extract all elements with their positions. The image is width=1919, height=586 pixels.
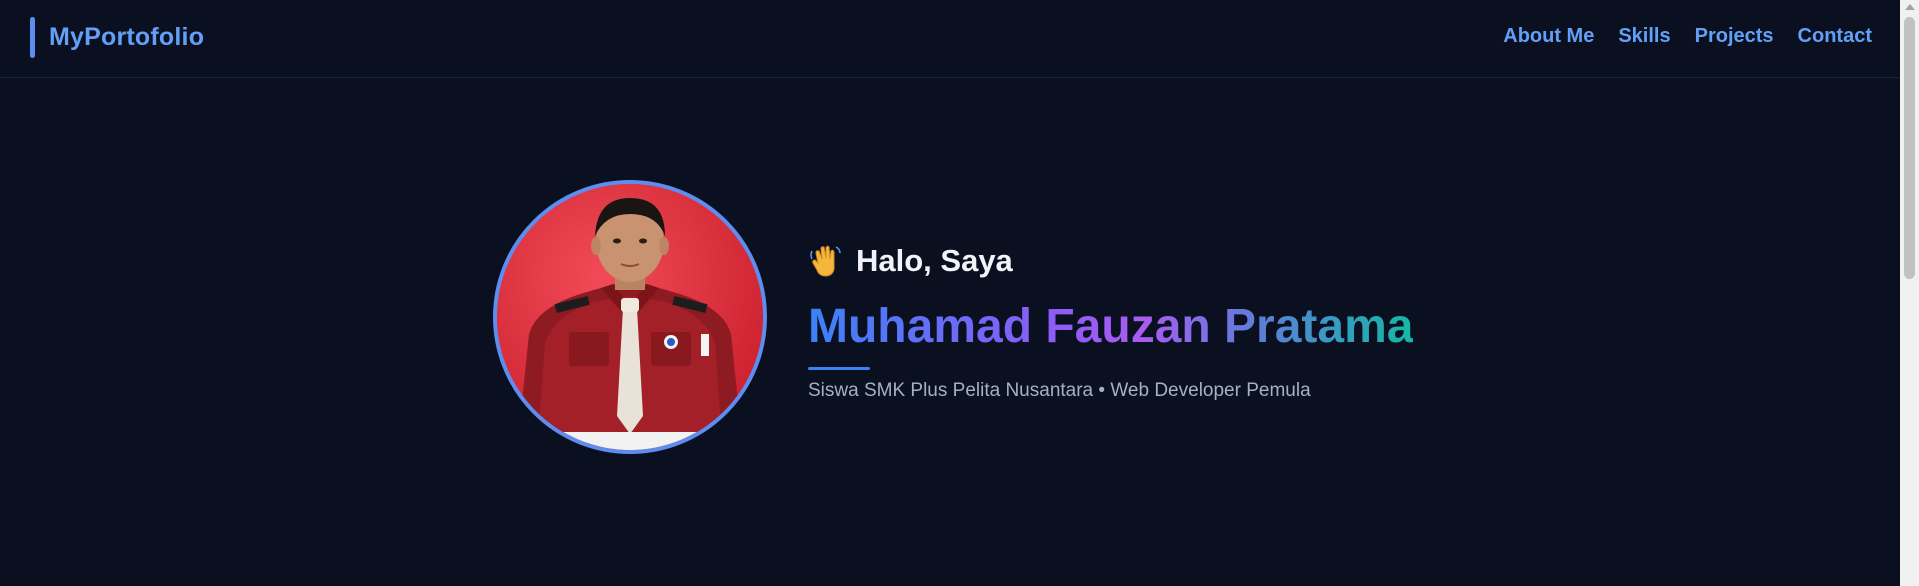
navbar: MyPortofolio About Me Skills Projects Co… (0, 0, 1900, 78)
nav-link-about-me[interactable]: About Me (1503, 25, 1594, 48)
hero-text: Halo, Saya Muhamad Fauzan Pratama Siswa … (808, 243, 1413, 402)
name-underline (808, 367, 870, 370)
profile-photo-illustration (497, 184, 763, 450)
hero-name: Muhamad Fauzan Pratama (808, 300, 1414, 353)
nav-links: About Me Skills Projects Contact (1503, 25, 1872, 48)
greeting: Halo, Saya (808, 243, 1413, 279)
scroll-up-arrow-icon[interactable] (1905, 4, 1915, 10)
nav-link-projects[interactable]: Projects (1695, 25, 1774, 48)
hero-section: Halo, Saya Muhamad Fauzan Pratama Siswa … (0, 78, 1900, 586)
brand-accent-bar (30, 17, 35, 58)
vertical-scrollbar[interactable] (1900, 0, 1919, 586)
brand-logo[interactable]: MyPortofolio (30, 17, 204, 58)
nav-link-contact[interactable]: Contact (1798, 25, 1872, 48)
brand-name[interactable]: MyPortofolio (49, 23, 204, 52)
hero-tagline: Siswa SMK Plus Pelita Nusantara • Web De… (808, 380, 1311, 401)
profile-photo (493, 180, 767, 454)
waving-hand-icon (808, 243, 844, 279)
nav-link-skills[interactable]: Skills (1618, 25, 1670, 48)
greeting-text: Halo, Saya (856, 243, 1013, 278)
scrollbar-thumb[interactable] (1904, 17, 1915, 279)
portfolio-page: MyPortofolio About Me Skills Projects Co… (0, 0, 1919, 586)
